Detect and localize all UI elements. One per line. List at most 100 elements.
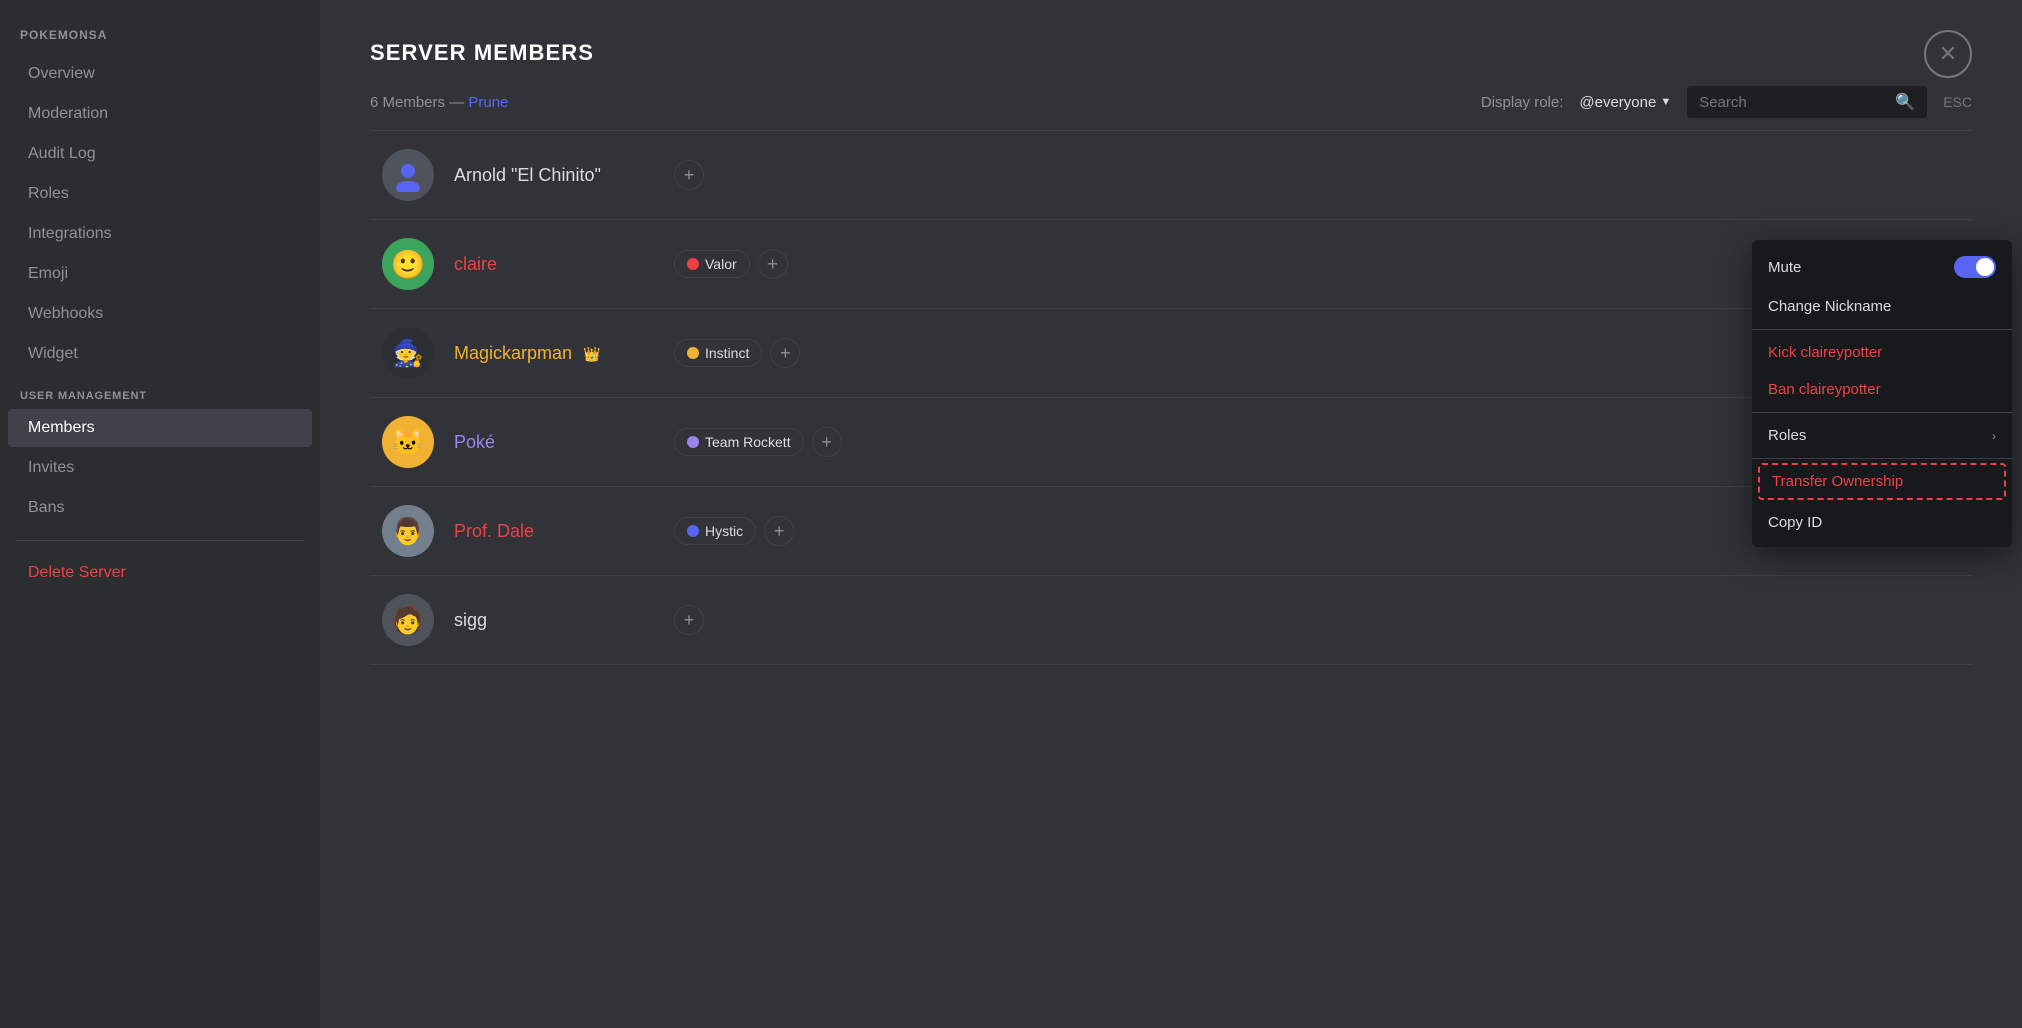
member-name: claire <box>454 254 634 275</box>
main-content: ✕ SERVER MEMBERS 6 Members — Prune Displ… <box>320 0 2022 1028</box>
role-badge: Team Rockett <box>674 428 804 456</box>
members-count-text: 6 Members <box>370 94 445 111</box>
sidebar-item-moderation[interactable]: Moderation <box>8 95 312 133</box>
add-role-button[interactable]: + <box>770 338 800 368</box>
avatar: 🐱 <box>382 416 434 468</box>
role-label: Team Rockett <box>705 434 791 450</box>
table-row[interactable]: 👨 Prof. Dale Hystic + <box>370 487 1972 576</box>
members-header: 6 Members — Prune Display role: @everyon… <box>370 86 1972 118</box>
context-menu-item-ban[interactable]: Ban claireypotter <box>1752 371 2012 408</box>
sidebar-item-audit-log[interactable]: Audit Log <box>8 135 312 173</box>
avatar: 👨 <box>382 505 434 557</box>
members-dash: — <box>449 94 468 111</box>
change-nickname-label: Change Nickname <box>1768 298 1891 315</box>
esc-label[interactable]: ESC <box>1943 94 1972 110</box>
member-name: Magickarpman 👑 <box>454 343 634 364</box>
chevron-right-icon: › <box>1992 429 1996 443</box>
plus-icon: + <box>767 254 778 275</box>
sidebar-item-webhooks[interactable]: Webhooks <box>8 295 312 333</box>
context-menu-divider-2 <box>1752 412 2012 413</box>
search-input[interactable] <box>1699 94 1887 111</box>
chevron-down-icon: ▼ <box>1660 96 1671 108</box>
role-badge: Hystic <box>674 517 756 545</box>
prune-link[interactable]: Prune <box>468 94 508 111</box>
member-name: Prof. Dale <box>454 521 634 542</box>
sidebar-item-overview[interactable]: Overview <box>8 55 312 93</box>
context-menu-divider <box>1752 329 2012 330</box>
role-badge: Instinct <box>674 339 762 367</box>
roles-label: Roles <box>1768 427 1806 444</box>
context-menu-item-copy-id[interactable]: Copy ID <box>1752 504 2012 541</box>
member-roles: + <box>634 605 1960 635</box>
context-menu-divider-3 <box>1752 458 2012 459</box>
plus-icon: + <box>780 343 791 364</box>
user-management-label: USER MANAGEMENT <box>0 374 320 408</box>
member-name: Arnold "El Chinito" <box>454 165 634 186</box>
role-select-value: @everyone <box>1579 94 1656 111</box>
table-row[interactable]: 🙂 claire Valor + ⋮ <box>370 220 1972 309</box>
add-role-button[interactable]: + <box>812 427 842 457</box>
avatar: 🧑 <box>382 594 434 646</box>
table-row[interactable]: 🐱 Poké Team Rockett + <box>370 398 1972 487</box>
transfer-ownership-label: Transfer Ownership <box>1772 473 1903 490</box>
role-dot <box>687 347 699 359</box>
role-dot <box>687 525 699 537</box>
crown-icon: 👑 <box>583 346 600 362</box>
sidebar: POKEMONSA Overview Moderation Audit Log … <box>0 0 320 1028</box>
context-menu-item-transfer-ownership[interactable]: Transfer Ownership <box>1758 463 2006 500</box>
add-role-button[interactable]: + <box>758 249 788 279</box>
close-button[interactable]: ✕ <box>1924 30 1972 78</box>
plus-icon: + <box>684 165 695 186</box>
copy-id-label: Copy ID <box>1768 514 1822 531</box>
role-label: Valor <box>705 256 737 272</box>
server-name: POKEMONSA <box>0 20 320 54</box>
kick-label: Kick claireypotter <box>1768 344 1882 361</box>
avatar <box>382 149 434 201</box>
role-label: Instinct <box>705 345 749 361</box>
role-label: Hystic <box>705 523 743 539</box>
sidebar-item-integrations[interactable]: Integrations <box>8 215 312 253</box>
members-controls: Display role: @everyone ▼ 🔍 ESC <box>1481 86 1972 118</box>
search-icon: 🔍 <box>1895 92 1915 112</box>
sidebar-item-widget[interactable]: Widget <box>8 335 312 373</box>
avatar: 🙂 <box>382 238 434 290</box>
member-name: Poké <box>454 432 634 453</box>
role-dot <box>687 258 699 270</box>
page-title: SERVER MEMBERS <box>370 40 1972 66</box>
close-icon: ✕ <box>1939 41 1957 67</box>
table-row[interactable]: 🧙 Magickarpman 👑 Instinct + <box>370 309 1972 398</box>
ban-label: Ban claireypotter <box>1768 381 1881 398</box>
role-select[interactable]: @everyone ▼ <box>1579 94 1671 111</box>
mute-label: Mute <box>1768 259 1801 276</box>
avatar: 🧙 <box>382 327 434 379</box>
sidebar-divider <box>16 540 304 541</box>
sidebar-item-emoji[interactable]: Emoji <box>8 255 312 293</box>
context-menu-item-mute[interactable]: Mute <box>1752 246 2012 288</box>
member-name: sigg <box>454 610 634 631</box>
mute-toggle[interactable] <box>1954 256 1996 278</box>
role-badge: Valor <box>674 250 750 278</box>
sidebar-item-delete-server[interactable]: Delete Server <box>8 554 312 592</box>
add-role-button[interactable]: + <box>764 516 794 546</box>
mute-toggle-knob <box>1976 258 1994 276</box>
sidebar-item-bans[interactable]: Bans <box>8 489 312 527</box>
members-count: 6 Members — Prune <box>370 94 508 111</box>
sidebar-item-members[interactable]: Members <box>8 409 312 447</box>
member-roles: + <box>634 160 1960 190</box>
role-dot <box>687 436 699 448</box>
table-row[interactable]: 🧑 sigg + <box>370 576 1972 665</box>
context-menu-item-kick[interactable]: Kick claireypotter <box>1752 334 2012 371</box>
context-menu-item-change-nickname[interactable]: Change Nickname <box>1752 288 2012 325</box>
members-list: Arnold "El Chinito" + 🙂 claire Valor + <box>370 131 1972 665</box>
plus-icon: + <box>774 521 785 542</box>
table-row[interactable]: Arnold "El Chinito" + <box>370 131 1972 220</box>
sidebar-item-roles[interactable]: Roles <box>8 175 312 213</box>
display-role-label: Display role: <box>1481 94 1564 111</box>
plus-icon: + <box>684 610 695 631</box>
add-role-button[interactable]: + <box>674 605 704 635</box>
search-bar: 🔍 <box>1687 86 1927 118</box>
context-menu-item-roles[interactable]: Roles › <box>1752 417 2012 454</box>
sidebar-item-invites[interactable]: Invites <box>8 449 312 487</box>
add-role-button[interactable]: + <box>674 160 704 190</box>
context-menu: Mute Change Nickname Kick claireypotter … <box>1752 240 2012 547</box>
